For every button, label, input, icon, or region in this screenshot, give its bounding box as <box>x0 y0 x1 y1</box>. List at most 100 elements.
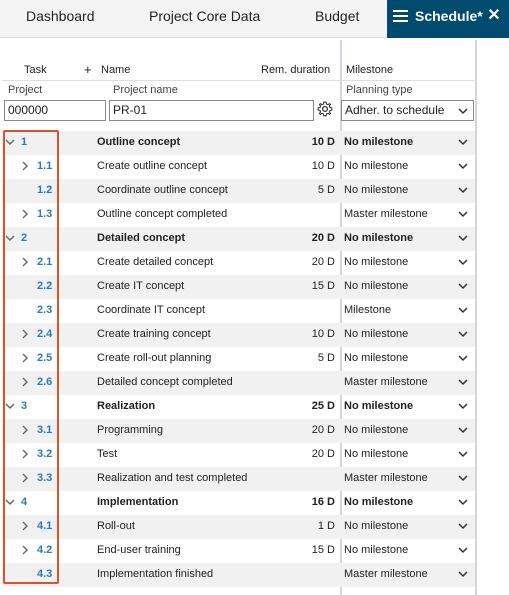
milestone-select[interactable]: Master milestone <box>344 376 428 388</box>
chevron-down-icon[interactable] <box>458 426 468 434</box>
chevron-down-icon[interactable] <box>458 378 468 386</box>
task-number[interactable]: 4.2 <box>37 544 52 556</box>
task-duration[interactable]: 15 D <box>312 280 335 292</box>
task-number[interactable]: 4.3 <box>37 568 52 580</box>
task-name[interactable]: Roll-out <box>97 520 135 532</box>
project-input[interactable]: 000000 <box>4 100 106 121</box>
hamburger-menu-icon[interactable] <box>393 10 408 22</box>
task-name[interactable]: Detailed concept <box>97 232 185 244</box>
task-number[interactable]: 2.4 <box>37 328 52 340</box>
task-duration[interactable]: 10 D <box>312 328 335 340</box>
task-duration[interactable]: 10 D <box>312 160 335 172</box>
expand-chevron-icon[interactable] <box>20 353 30 363</box>
task-name[interactable]: Programming <box>97 424 163 436</box>
table-row[interactable]: 4.2 End-user training 15 D No milestone <box>2 539 475 563</box>
table-row[interactable]: 2.1 Create detailed concept 20 D No milesto… <box>2 251 475 275</box>
task-number[interactable]: 1.1 <box>37 160 52 172</box>
milestone-select[interactable]: Master milestone <box>344 208 428 220</box>
milestone-select[interactable]: No milestone <box>344 448 408 460</box>
task-duration[interactable]: 20 D <box>312 424 335 436</box>
tab-budget[interactable]: Budget <box>315 0 359 38</box>
expand-chevron-icon[interactable] <box>20 473 30 483</box>
task-duration[interactable]: 15 D <box>312 544 335 556</box>
chevron-down-icon[interactable] <box>458 258 468 266</box>
milestone-select[interactable]: No milestone <box>344 424 408 436</box>
task-duration[interactable]: 20 D <box>312 448 335 460</box>
collapse-chevron-icon[interactable] <box>5 401 15 411</box>
task-name[interactable]: Create outline concept <box>97 160 207 172</box>
expand-chevron-icon[interactable] <box>20 377 30 387</box>
task-name[interactable]: Implementation finished <box>97 568 213 580</box>
task-number[interactable]: 1.2 <box>37 184 52 196</box>
table-row[interactable]: 4.3 Implementation finished Master milesto… <box>2 563 475 587</box>
collapse-chevron-icon[interactable] <box>5 137 15 147</box>
table-row[interactable]: 4 Implementation 16 D No milestone <box>2 491 475 515</box>
close-icon[interactable]: ✕ <box>479 0 509 38</box>
project-name-input[interactable]: PR-01 <box>109 100 314 121</box>
table-row[interactable]: 2.6 Detailed concept completed Master mile… <box>2 371 475 395</box>
tab-schedule[interactable]: Schedule* ✕ <box>387 0 509 38</box>
task-number[interactable]: 2.3 <box>37 304 52 316</box>
expand-chevron-icon[interactable] <box>20 257 30 267</box>
task-name[interactable]: End-user training <box>97 544 181 556</box>
task-name[interactable]: Implementation <box>97 496 178 508</box>
chevron-down-icon[interactable] <box>458 306 468 314</box>
task-duration[interactable]: 20 D <box>312 256 335 268</box>
task-number[interactable]: 2.6 <box>37 376 52 388</box>
collapse-chevron-icon[interactable] <box>5 497 15 507</box>
table-row[interactable]: 2.4 Create training concept 10 D No milesto… <box>2 323 475 347</box>
chevron-down-icon[interactable] <box>458 522 468 530</box>
task-duration[interactable]: 1 D <box>318 520 335 532</box>
column-header-task[interactable]: Task <box>24 64 47 76</box>
task-number[interactable]: 1 <box>21 136 27 148</box>
task-name[interactable]: Create detailed concept <box>97 256 213 268</box>
table-row[interactable]: 4.1 Roll-out 1 D No milestone <box>2 515 475 539</box>
expand-chevron-icon[interactable] <box>20 161 30 171</box>
milestone-select[interactable]: No milestone <box>344 496 413 508</box>
task-number[interactable]: 3.2 <box>37 448 52 460</box>
table-row[interactable]: 3.3 Realization and test completed Master … <box>2 467 475 491</box>
chevron-down-icon[interactable] <box>458 234 468 242</box>
milestone-select[interactable]: Master milestone <box>344 472 428 484</box>
task-duration[interactable]: 5 D <box>318 352 335 364</box>
milestone-select[interactable]: No milestone <box>344 544 408 556</box>
chevron-down-icon[interactable] <box>458 162 468 170</box>
table-row[interactable]: 1.3 Outline concept completed Master miles… <box>2 203 475 227</box>
task-name[interactable]: Outline concept <box>97 136 180 148</box>
milestone-select[interactable]: No milestone <box>344 232 413 244</box>
milestone-select[interactable]: No milestone <box>344 256 408 268</box>
chevron-down-icon[interactable] <box>458 450 468 458</box>
expand-chevron-icon[interactable] <box>20 545 30 555</box>
table-row[interactable]: 1.1 Create outline concept 10 D No mileston… <box>2 155 475 179</box>
task-name[interactable]: Coordinate IT concept <box>97 304 205 316</box>
task-number[interactable]: 3.1 <box>37 424 52 436</box>
task-name[interactable]: Create roll-out planning <box>97 352 211 364</box>
expand-chevron-icon[interactable] <box>20 449 30 459</box>
chevron-down-icon[interactable] <box>458 186 468 194</box>
column-header-rem-duration[interactable]: Rem. duration <box>261 64 330 76</box>
chevron-down-icon[interactable] <box>458 474 468 482</box>
column-header-name[interactable]: Name <box>101 64 130 76</box>
tab-dashboard[interactable]: Dashboard <box>26 0 95 38</box>
column-header-milestone[interactable]: Milestone <box>346 64 393 76</box>
task-number[interactable]: 2 <box>21 232 27 244</box>
task-name[interactable]: Realization <box>97 400 155 412</box>
table-row[interactable]: 2 Detailed concept 20 D No milestone <box>2 227 475 251</box>
chevron-down-icon[interactable] <box>458 546 468 554</box>
table-row[interactable]: 1.2 Coordinate outline concept 5 D No miles… <box>2 179 475 203</box>
task-number[interactable]: 4 <box>21 496 27 508</box>
table-row[interactable]: 1 Outline concept 10 D No milestone <box>2 131 475 155</box>
expand-chevron-icon[interactable] <box>20 425 30 435</box>
table-row[interactable]: 2.3 Coordinate IT concept Milestone <box>2 299 475 323</box>
task-duration[interactable]: 20 D <box>312 232 335 244</box>
tab-project-core-data[interactable]: Project Core Data <box>149 0 260 38</box>
expand-chevron-icon[interactable] <box>20 521 30 531</box>
chevron-down-icon[interactable] <box>458 210 468 218</box>
task-number[interactable]: 3.3 <box>37 472 52 484</box>
add-column-button[interactable]: + <box>84 62 92 77</box>
task-duration[interactable]: 10 D <box>312 136 335 148</box>
task-name[interactable]: Create training concept <box>97 328 211 340</box>
milestone-select[interactable]: Master milestone <box>344 568 428 580</box>
task-duration[interactable]: 16 D <box>312 496 335 508</box>
chevron-down-icon[interactable] <box>458 354 468 362</box>
